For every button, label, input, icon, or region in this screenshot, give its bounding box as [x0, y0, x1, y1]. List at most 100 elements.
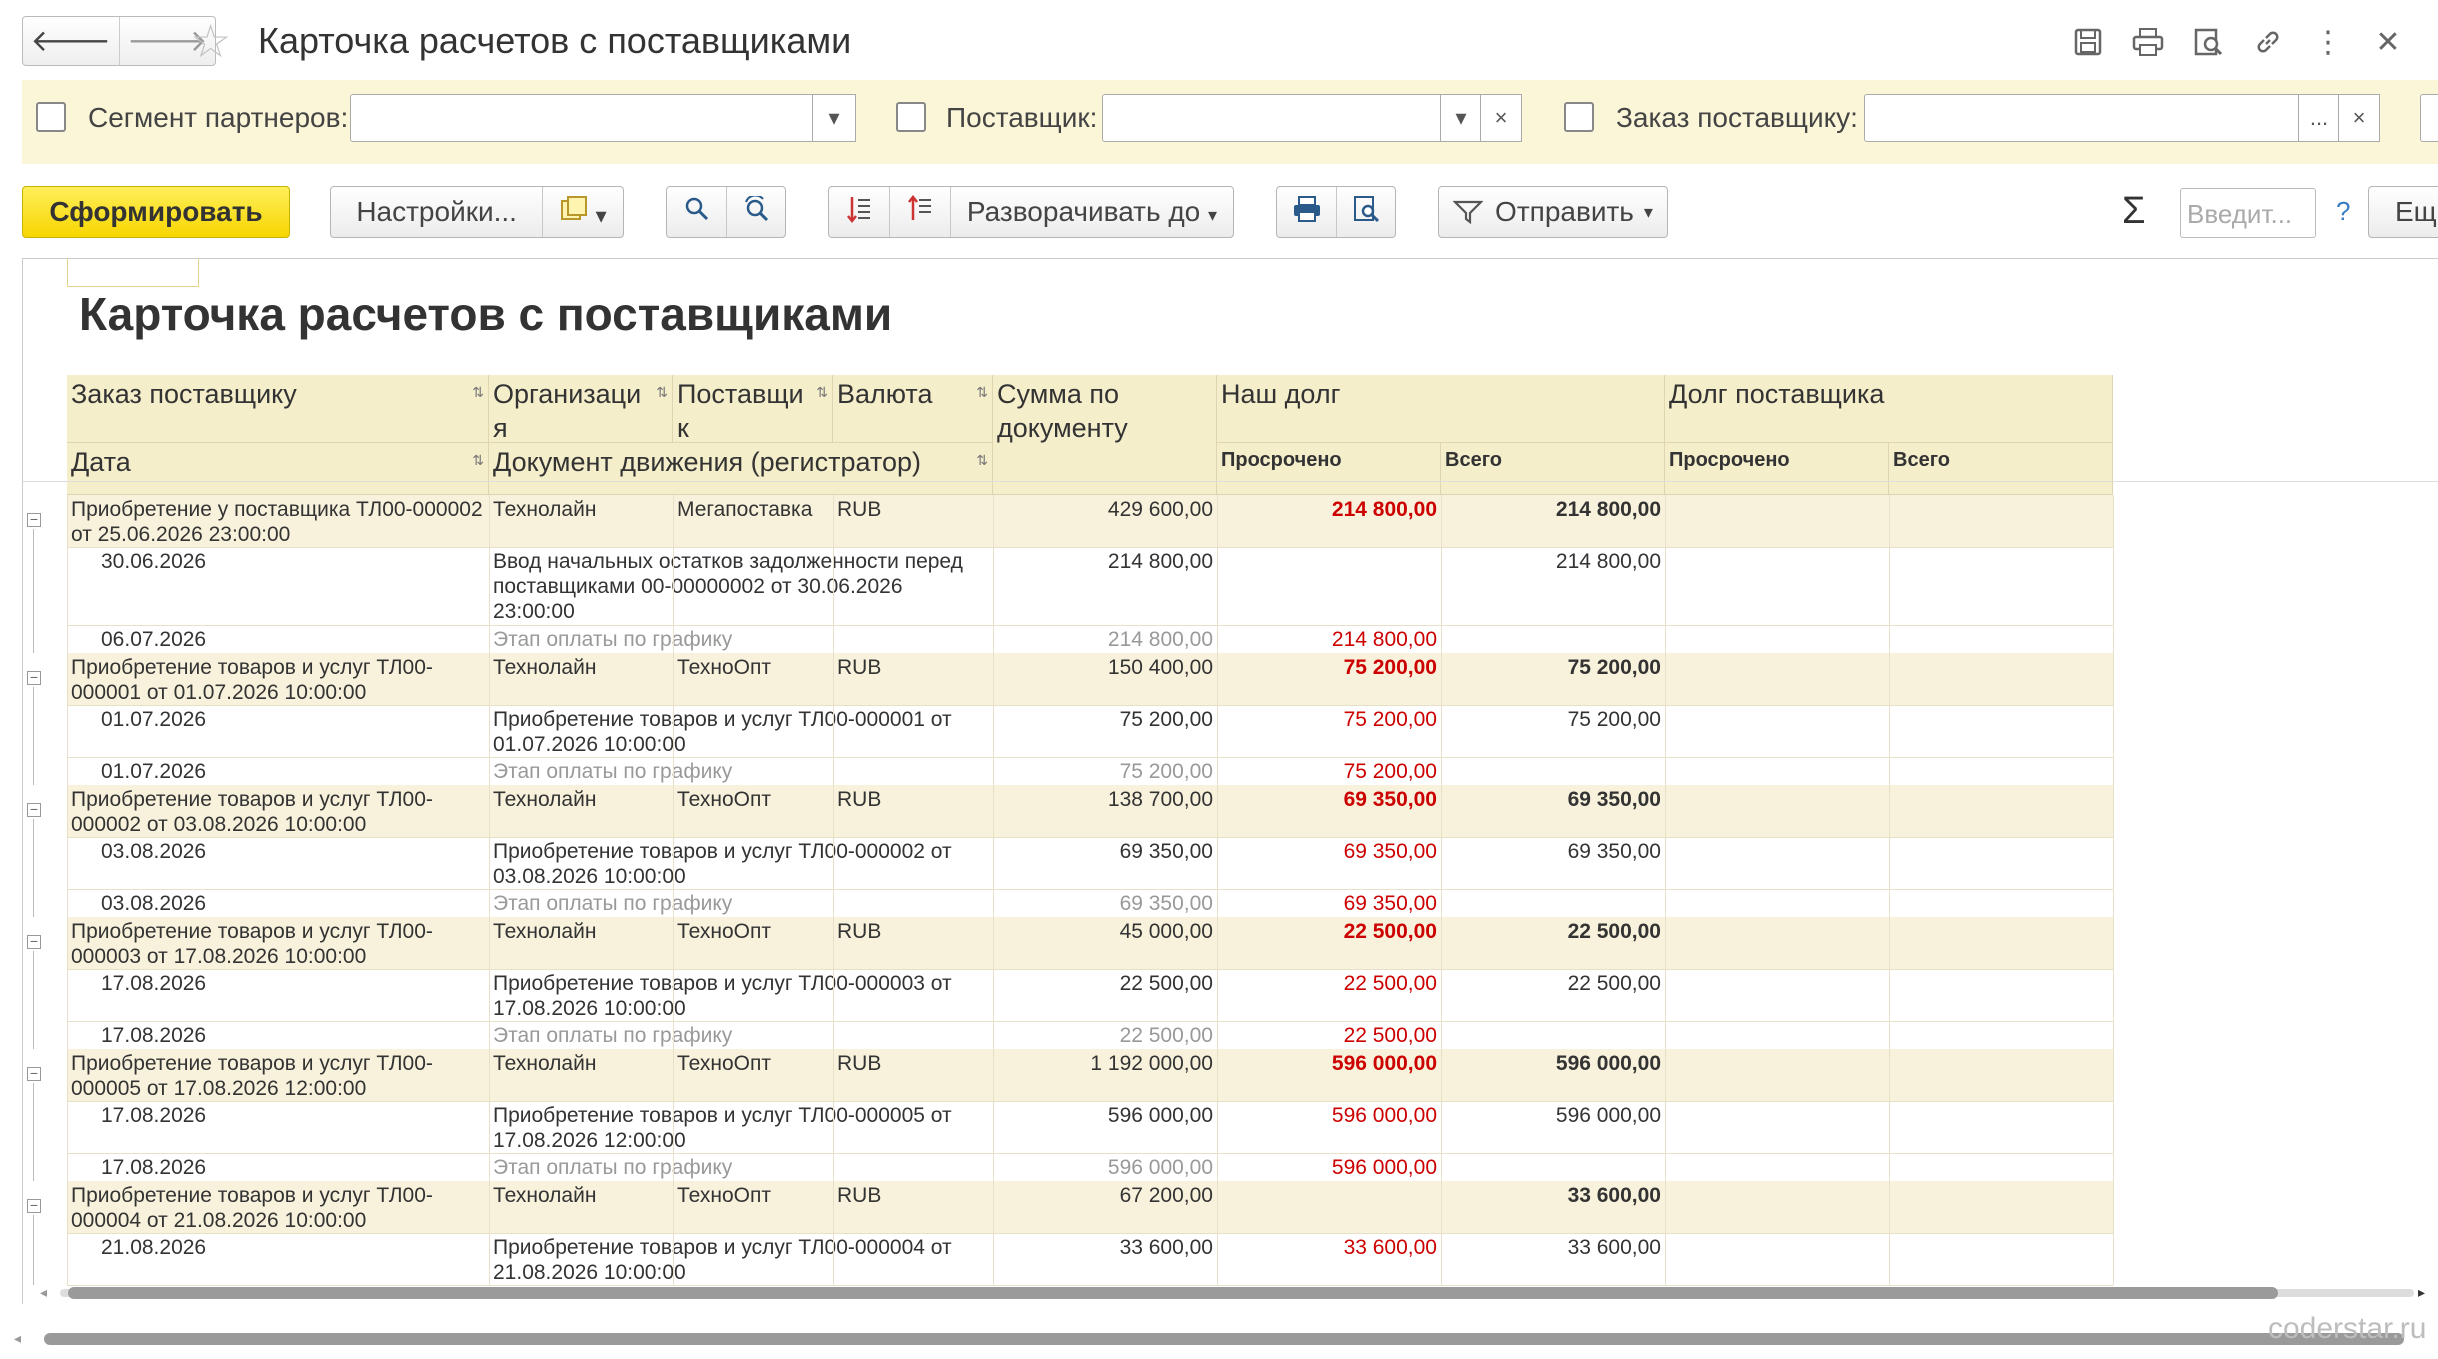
row-sum-cell[interactable]: 214 800,00	[993, 625, 1217, 653]
group-supplier-cell[interactable]: ТехноОпт	[673, 785, 833, 837]
group-overdue-cell[interactable]: 596 000,00	[1217, 1049, 1441, 1101]
supplier-clear-icon[interactable]: ×	[1480, 94, 1522, 142]
order-checkbox[interactable]	[1564, 102, 1594, 132]
group-sum-cell[interactable]: 1 192 000,00	[993, 1049, 1217, 1101]
row-overdue-cell[interactable]: 596 000,00	[1217, 1101, 1441, 1153]
group-currency-cell[interactable]: RUB	[833, 495, 993, 547]
header-date[interactable]: Дата ⇅	[67, 443, 489, 495]
group-supplier-cell[interactable]: ТехноОпт	[673, 653, 833, 705]
row-overdue-cell[interactable]	[1217, 547, 1441, 625]
group-total-cell[interactable]: 596 000,00	[1441, 1049, 1665, 1101]
group-currency-cell[interactable]: RUB	[833, 785, 993, 837]
header-supplier[interactable]: Поставщи к ⇅	[673, 375, 833, 443]
group-sum-cell[interactable]: 138 700,00	[993, 785, 1217, 837]
header-overdue-supplier[interactable]: Просрочено	[1665, 443, 1889, 495]
row-document-cell[interactable]: Этап оплаты по графику	[489, 757, 993, 785]
supplier-checkbox[interactable]	[896, 102, 926, 132]
row-date-cell[interactable]: 01.07.2026	[67, 757, 489, 785]
row-date-cell[interactable]: 01.07.2026	[67, 705, 489, 757]
generate-button[interactable]: Сформировать	[22, 186, 290, 238]
row-document-cell[interactable]: Приобретение товаров и услуг ТЛ00-000003…	[489, 969, 993, 1021]
group-overdue-cell[interactable]: 214 800,00	[1217, 495, 1441, 547]
help-icon[interactable]: ?	[2336, 196, 2350, 227]
segment-input[interactable]	[350, 94, 814, 142]
link-icon[interactable]	[2238, 22, 2298, 62]
group-organization-cell[interactable]: Технолайн	[489, 1181, 673, 1233]
row-sum-cell[interactable]: 69 350,00	[993, 889, 1217, 917]
favorite-star-icon[interactable]: ☆	[190, 16, 231, 66]
group-currency-cell[interactable]: RUB	[833, 653, 993, 705]
group-order-cell[interactable]: Приобретение товаров и услуг ТЛ00-000005…	[67, 1049, 489, 1101]
row-document-cell[interactable]: Приобретение товаров и услуг ТЛ00-000005…	[489, 1101, 993, 1153]
row-total-cell[interactable]: 596 000,00	[1441, 1101, 1665, 1153]
row-overdue-cell[interactable]: 596 000,00	[1217, 1153, 1441, 1181]
row-total-cell[interactable]	[1441, 1021, 1665, 1049]
search-next-icon[interactable]	[727, 194, 785, 229]
group-overdue-cell[interactable]	[1217, 1181, 1441, 1233]
supplier-input[interactable]	[1102, 94, 1442, 142]
group-order-cell[interactable]: Приобретение у поставщика ТЛ00-000002 от…	[67, 495, 489, 547]
row-document-cell[interactable]: Приобретение товаров и услуг ТЛ00-000002…	[489, 837, 993, 889]
scroll-left-icon[interactable]: ◂	[14, 1330, 21, 1347]
order-select-button[interactable]: ...	[2298, 94, 2340, 142]
order-input[interactable]	[1864, 94, 2300, 142]
group-organization-cell[interactable]: Технолайн	[489, 917, 673, 969]
row-overdue-cell[interactable]: 33 600,00	[1217, 1233, 1441, 1285]
header-organization[interactable]: Организаци я ⇅	[489, 375, 673, 443]
group-organization-cell[interactable]: Технолайн	[489, 785, 673, 837]
row-sum-cell[interactable]: 69 350,00	[993, 837, 1217, 889]
group-order-cell[interactable]: Приобретение товаров и услуг ТЛ00-000001…	[67, 653, 489, 705]
group-sum-cell[interactable]: 67 200,00	[993, 1181, 1217, 1233]
row-document-cell[interactable]: Этап оплаты по графику	[489, 1021, 993, 1049]
scroll-right-icon[interactable]: ▸	[2418, 1284, 2425, 1301]
supplier-dropdown-icon[interactable]: ▾	[1440, 94, 1482, 142]
group-currency-cell[interactable]: RUB	[833, 1181, 993, 1233]
header-currency[interactable]: Валюта ⇅	[833, 375, 993, 443]
group-order-cell[interactable]: Приобретение товаров и услуг ТЛ00-000002…	[67, 785, 489, 837]
group-overdue-cell[interactable]: 75 200,00	[1217, 653, 1441, 705]
row-sum-cell[interactable]: 33 600,00	[993, 1233, 1217, 1285]
group-supplier-cell[interactable]: ТехноОпт	[673, 1049, 833, 1101]
group-organization-cell[interactable]: Технолайн	[489, 1049, 673, 1101]
row-date-cell[interactable]: 03.08.2026	[67, 889, 489, 917]
group-currency-cell[interactable]: RUB	[833, 1049, 993, 1101]
header-sum[interactable]: Сумма по документу	[993, 375, 1217, 495]
group-currency-cell[interactable]: RUB	[833, 917, 993, 969]
row-date-cell[interactable]: 17.08.2026	[67, 1021, 489, 1049]
group-total-cell[interactable]: 22 500,00	[1441, 917, 1665, 969]
scrollbar-thumb[interactable]	[68, 1287, 2278, 1299]
row-total-cell[interactable]: 22 500,00	[1441, 969, 1665, 1021]
search-icon[interactable]	[667, 196, 726, 229]
more-filters-button[interactable]	[2420, 94, 2438, 142]
row-document-cell[interactable]: Приобретение товаров и услуг ТЛ00-000004…	[489, 1233, 993, 1285]
header-order[interactable]: Заказ поставщику ⇅	[67, 375, 489, 443]
group-organization-cell[interactable]: Технолайн	[489, 653, 673, 705]
group-supplier-overdue-cell[interactable]	[1665, 1181, 1889, 1233]
group-supplier-total-cell[interactable]	[1889, 785, 2113, 837]
row-total-cell[interactable]	[1441, 757, 1665, 785]
print-icon[interactable]	[2118, 22, 2178, 62]
group-order-cell[interactable]: Приобретение товаров и услуг ТЛ00-000004…	[67, 1181, 489, 1233]
collapse-group-icon[interactable]: −	[27, 1198, 41, 1213]
row-date-cell[interactable]: 06.07.2026	[67, 625, 489, 653]
row-sum-cell[interactable]: 22 500,00	[993, 1021, 1217, 1049]
row-overdue-cell[interactable]: 75 200,00	[1217, 757, 1441, 785]
header-total[interactable]: Всего	[1441, 443, 1665, 495]
group-supplier-total-cell[interactable]	[1889, 917, 2113, 969]
header-total-supplier[interactable]: Всего	[1889, 443, 2113, 495]
group-sum-cell[interactable]: 45 000,00	[993, 917, 1217, 969]
more-button[interactable]: Ещ	[2368, 186, 2438, 238]
row-overdue-cell[interactable]: 22 500,00	[1217, 1021, 1441, 1049]
group-supplier-cell[interactable]: ТехноОпт	[673, 917, 833, 969]
preview-icon[interactable]	[2178, 22, 2238, 62]
close-icon[interactable]: ✕	[2358, 22, 2418, 62]
row-overdue-cell[interactable]: 214 800,00	[1217, 625, 1441, 653]
row-document-cell[interactable]: Ввод начальных остатков задолженности пе…	[489, 547, 993, 625]
row-overdue-cell[interactable]: 69 350,00	[1217, 837, 1441, 889]
collapse-all-icon[interactable]	[890, 194, 950, 231]
group-supplier-overdue-cell[interactable]	[1665, 1049, 1889, 1101]
expand-to-button[interactable]: Разворачивать до ▾	[951, 196, 1233, 228]
scrollbar-thumb[interactable]	[44, 1333, 2404, 1345]
form-horizontal-scrollbar[interactable]: ◂	[14, 1330, 2414, 1346]
row-sum-cell[interactable]: 596 000,00	[993, 1101, 1217, 1153]
